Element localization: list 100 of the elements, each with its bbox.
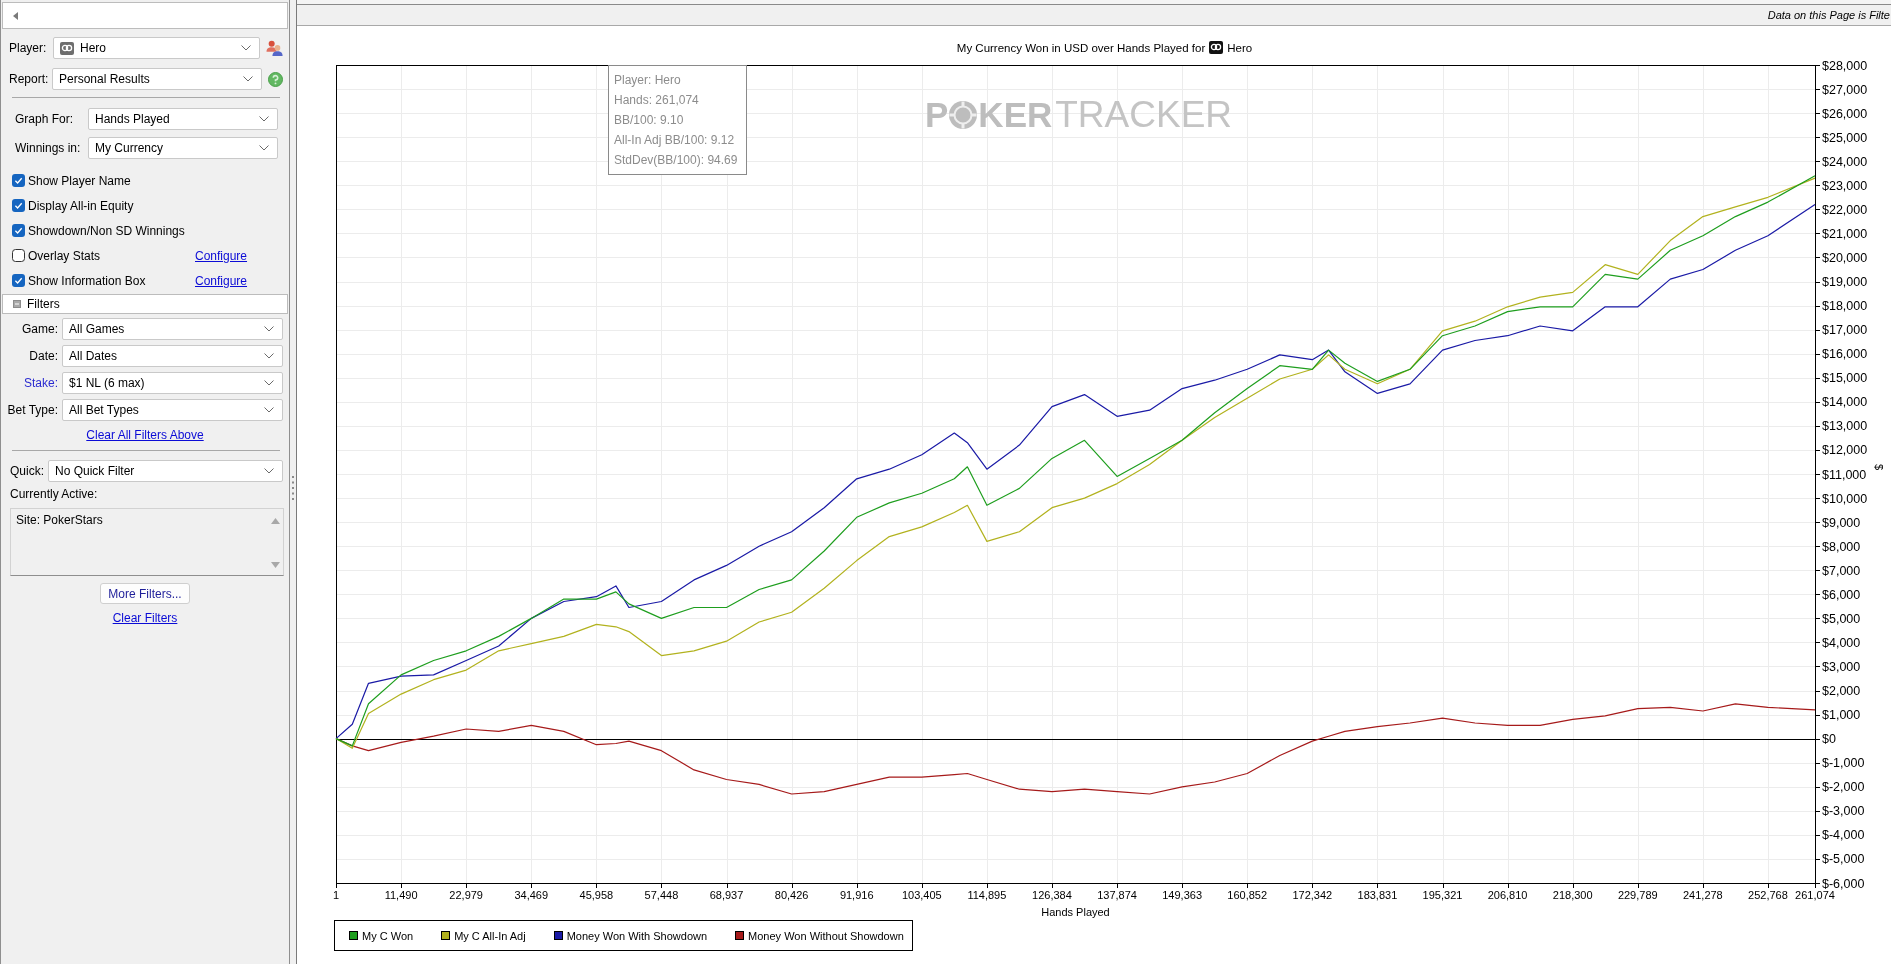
field-label: Stake: <box>23 376 58 390</box>
y-tick-label: $-6,000 <box>1822 876 1865 891</box>
x-tick-label: 114,895 <box>967 889 1007 901</box>
x-tick-label: 172,342 <box>1292 889 1333 901</box>
checkbox-label[interactable]: Show Player Name <box>28 173 131 188</box>
minus-box-icon[interactable] <box>13 300 21 308</box>
chevron-icon <box>241 45 251 51</box>
player-dropdown[interactable]: Hero <box>53 37 260 59</box>
field-label: Date: <box>29 349 58 363</box>
y-tick-label: $3,000 <box>1822 659 1861 674</box>
x-tick-label: 241,278 <box>1682 889 1723 901</box>
section-title: Filters <box>27 297 60 311</box>
y-tick-label: $23,000 <box>1822 178 1868 193</box>
x-tick-label: 206,810 <box>1487 889 1528 901</box>
configure-link[interactable]: Configure <box>195 248 248 263</box>
y-tick-label: $9,000 <box>1822 515 1861 530</box>
x-tick-label: 137,874 <box>1097 889 1137 901</box>
more-filters-button[interactable]: More Filters... <box>100 583 190 604</box>
logo-icon <box>60 41 74 55</box>
legend-label: My C Won <box>362 929 414 942</box>
field-label: Report: <box>9 72 49 86</box>
y-tick-label: $11,000 <box>1822 467 1867 482</box>
chevron-icon <box>259 116 269 122</box>
y-tick-label: $19,000 <box>1822 275 1868 290</box>
checkbox[interactable] <box>12 274 25 287</box>
filter-dropdown[interactable]: $1 NL (6 max) <box>62 372 283 394</box>
clear-filters-link[interactable]: Clear All Filters Above <box>86 428 204 442</box>
x-tick-label: 218,300 <box>1552 889 1593 901</box>
chevron-icon <box>264 380 274 386</box>
filter-dropdown[interactable]: All Dates <box>62 345 283 367</box>
info-line: Hands: 261,074 <box>614 92 699 109</box>
x-tick-label: 45,958 <box>579 889 614 901</box>
x-tick-label: 229,789 <box>1617 889 1658 901</box>
y-tick-label: $2,000 <box>1822 684 1861 699</box>
x-axis-title: Hands Played <box>1041 905 1110 918</box>
y-tick-label: $26,000 <box>1822 106 1868 121</box>
field-label: Winnings in: <box>15 141 81 155</box>
y-tick-label: $18,000 <box>1822 299 1868 314</box>
checkbox-label[interactable]: Showdown/Non SD Winnings <box>28 223 185 238</box>
x-tick-label: 149,363 <box>1162 889 1203 901</box>
y-tick-label: $20,000 <box>1822 250 1868 265</box>
y-tick-label: $21,000 <box>1822 226 1868 241</box>
x-tick-label: 68,937 <box>709 889 744 901</box>
chevron-icon <box>264 353 274 359</box>
quick-filter-dropdown[interactable]: No Quick Filter <box>48 460 283 482</box>
x-tick-label: 183,831 <box>1357 889 1398 901</box>
section-header[interactable]: Filters <box>2 294 288 314</box>
checkbox-label[interactable]: Show Information Box <box>28 273 146 288</box>
info-line: BB/100: 9.10 <box>614 112 684 129</box>
list-item: Site: PokerStars <box>16 513 103 527</box>
y-tick-label: $28,000 <box>1822 58 1868 73</box>
checkbox-label[interactable]: Overlay Stats <box>28 248 101 263</box>
x-tick-label: 22,979 <box>449 889 483 901</box>
info-line: Player: Hero <box>614 72 681 89</box>
field-label: Graph For: <box>15 112 74 126</box>
field-label: Game: <box>22 322 58 336</box>
y-tick-label: $7,000 <box>1822 563 1861 578</box>
y-tick-label: $4,000 <box>1822 635 1861 650</box>
checkbox-label[interactable]: Display All-in Equity <box>28 198 134 213</box>
clear-filters-link[interactable]: Clear Filters <box>112 611 178 625</box>
y-tick-label: $8,000 <box>1822 539 1861 554</box>
y-tick-label: $-3,000 <box>1822 804 1865 819</box>
checkbox[interactable] <box>12 199 25 212</box>
help-icon[interactable] <box>268 71 283 87</box>
legend-label: Money Won With Showdown <box>566 929 708 942</box>
filter-dropdown[interactable]: All Bet Types <box>62 399 283 421</box>
y-tick-label: $-4,000 <box>1822 828 1865 843</box>
legend-label: My C All-In Adj <box>454 929 526 942</box>
x-tick-label: 261,074 <box>1795 889 1835 901</box>
filter-status-text: Data on this Page is Filte <box>1767 9 1890 21</box>
x-tick-label: 1 <box>332 889 340 901</box>
winnings-dropdown[interactable]: My Currency <box>88 137 278 159</box>
y-tick-label: $10,000 <box>1822 491 1868 506</box>
checkbox[interactable] <box>12 249 25 262</box>
checkbox[interactable] <box>12 174 25 187</box>
chevron-icon <box>264 407 274 413</box>
y-tick-label: $13,000 <box>1822 419 1868 434</box>
x-tick-label: 103,405 <box>901 889 942 901</box>
info-line: StdDev(BB/100): 94.69 <box>614 152 738 169</box>
y-tick-label: $6,000 <box>1822 587 1861 602</box>
player-name: Hero <box>1227 40 1253 55</box>
collapse-arrow-icon[interactable] <box>13 11 18 20</box>
graph-for-dropdown[interactable]: Hands Played <box>88 108 278 130</box>
info-line: All-In Adj BB/100: 9.12 <box>614 132 735 149</box>
chevron-icon <box>264 326 274 332</box>
users-icon[interactable] <box>266 40 283 56</box>
filter-dropdown[interactable]: All Games <box>62 318 283 340</box>
x-tick-label: 11,490 <box>384 889 418 901</box>
y-tick-label: $17,000 <box>1822 323 1868 338</box>
x-tick-label: 126,384 <box>1032 889 1072 901</box>
y-tick-label: $14,000 <box>1822 395 1868 410</box>
configure-link[interactable]: Configure <box>195 273 248 288</box>
field-label: Quick: <box>10 464 44 478</box>
checkbox[interactable] <box>12 224 25 237</box>
y-tick-label: $22,000 <box>1822 202 1868 217</box>
x-tick-label: 160,852 <box>1227 889 1268 901</box>
watermark-text: KER <box>978 97 1053 132</box>
field-label: Currently Active: <box>10 487 98 501</box>
report-dropdown[interactable]: Personal Results <box>52 68 262 90</box>
watermark-text: TRACKER <box>1055 96 1233 133</box>
